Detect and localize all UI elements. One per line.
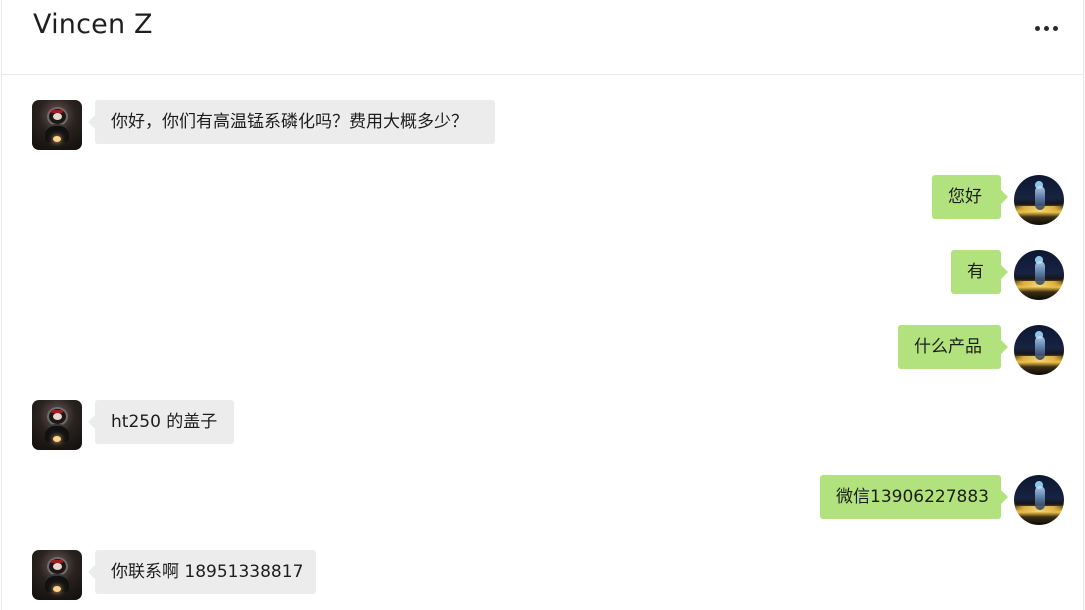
- avatar-light-shape: [53, 586, 61, 592]
- outgoing-message-bubble[interactable]: 您好: [932, 175, 1008, 219]
- user-avatar[interactable]: [1014, 175, 1064, 225]
- contact-avatar[interactable]: [32, 100, 82, 150]
- message-row: 您好: [2, 175, 1083, 227]
- user-avatar[interactable]: [1014, 325, 1064, 375]
- more-dot: [1053, 26, 1058, 31]
- more-options-icon[interactable]: [1033, 18, 1061, 38]
- avatar-figure-shape: [1035, 261, 1045, 285]
- more-dot: [1035, 26, 1040, 31]
- message-row: 什么产品: [2, 325, 1083, 377]
- message-list: 你好，你们有高温锰系磷化吗？费用大概多少？ 您好 有 什么产品 ht250 的盖…: [2, 75, 1083, 610]
- message-row: 你好，你们有高温锰系磷化吗？费用大概多少？: [2, 100, 1083, 152]
- message-row: ht250 的盖子: [2, 400, 1083, 452]
- chat-window: Vincen Z 你好，你们有高温锰系磷化吗？费用大概多少？ 您好 有 什么产品…: [1, 0, 1084, 610]
- incoming-message-bubble[interactable]: 你联系啊 18951338817: [88, 550, 316, 594]
- message-row: 你联系啊 18951338817: [2, 550, 1083, 602]
- avatar-light-shape: [53, 136, 61, 142]
- chat-header: Vincen Z: [2, 0, 1083, 75]
- outgoing-message-bubble[interactable]: 什么产品: [898, 325, 1008, 369]
- message-row: 有: [2, 250, 1083, 302]
- avatar-figure-shape: [1035, 336, 1045, 360]
- outgoing-message-bubble[interactable]: 有: [951, 250, 1008, 294]
- contact-avatar[interactable]: [32, 550, 82, 600]
- contact-avatar[interactable]: [32, 400, 82, 450]
- outgoing-message-bubble[interactable]: 微信13906227883: [820, 475, 1008, 519]
- avatar-face-shape: [53, 563, 62, 570]
- avatar-face-shape: [53, 113, 62, 120]
- message-row: 微信13906227883: [2, 475, 1083, 527]
- user-avatar[interactable]: [1014, 475, 1064, 525]
- user-avatar[interactable]: [1014, 250, 1064, 300]
- avatar-face-shape: [53, 413, 62, 420]
- more-dot: [1044, 26, 1049, 31]
- avatar-figure-shape: [1035, 186, 1045, 210]
- incoming-message-bubble[interactable]: ht250 的盖子: [88, 400, 234, 444]
- avatar-figure-shape: [1035, 486, 1045, 510]
- incoming-message-bubble[interactable]: 你好，你们有高温锰系磷化吗？费用大概多少？: [88, 100, 495, 144]
- contact-name: Vincen Z: [33, 9, 153, 40]
- avatar-light-shape: [53, 436, 61, 442]
